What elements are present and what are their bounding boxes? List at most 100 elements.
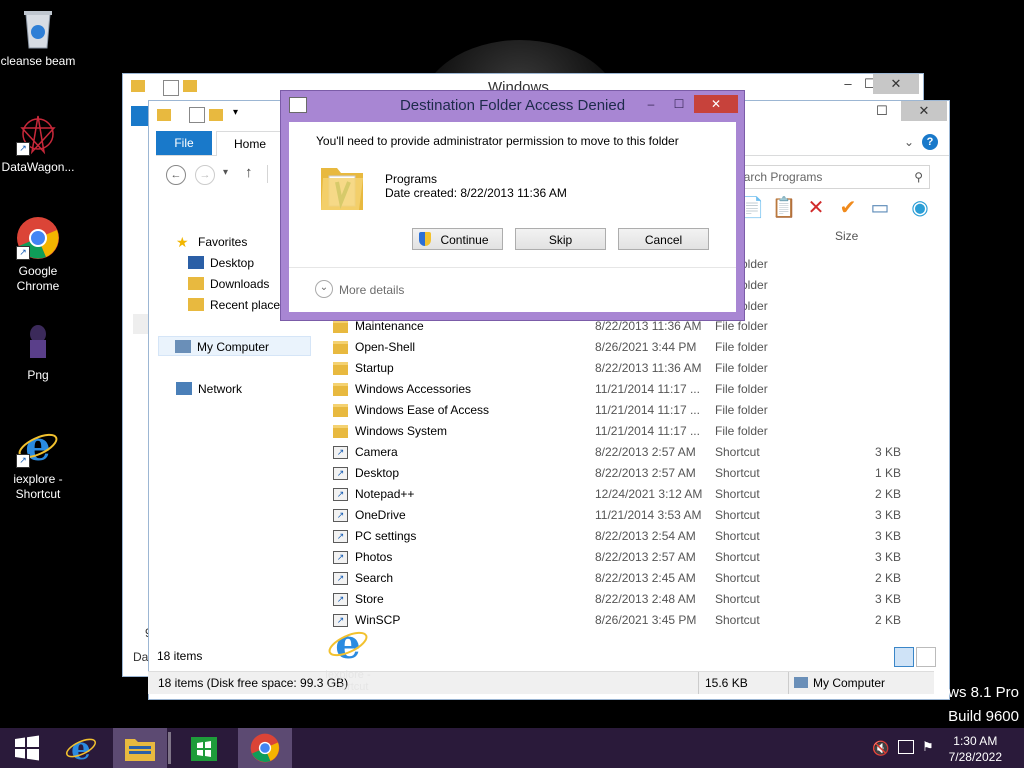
nav-downloads[interactable]: Downloads (188, 274, 269, 294)
taskbar-store[interactable] (177, 728, 231, 768)
close-button[interactable]: ✕ (901, 101, 947, 121)
tab-home[interactable]: Home (216, 131, 284, 156)
recent-locations-dropdown-icon[interactable]: ▾ (223, 167, 228, 178)
file-name: Photos (355, 550, 393, 564)
action-center-flag-icon[interactable]: ⚑ (922, 739, 934, 755)
taskbar-divider (168, 732, 171, 764)
file-row[interactable]: ↗ Store 8/22/2013 2:48 AM Shortcut 3 KB (331, 589, 941, 610)
desktop-icon-iexplore[interactable]: e ↗ iexplore - Shortcut (0, 423, 76, 502)
selection-size: 15.6 KB (705, 676, 748, 690)
file-row[interactable]: Open-Shell 8/26/2021 3:44 PM File folder (331, 337, 941, 358)
folder-icon (333, 341, 348, 354)
shortcut-arrow-icon: ↗ (16, 142, 30, 156)
file-row[interactable]: ↗ Search 8/22/2013 2:45 AM Shortcut 2 KB (331, 568, 941, 589)
nav-desktop[interactable]: Desktop (188, 253, 254, 273)
taskbar-file-explorer[interactable] (113, 728, 167, 768)
up-arrow-icon[interactable]: ↑ (245, 164, 253, 181)
file-date: 8/22/2013 2:54 AM (595, 529, 696, 543)
forward-arrow-icon[interactable]: → (195, 165, 215, 185)
taskbar-internet-explorer[interactable]: e (54, 728, 108, 768)
nav-label: Downloads (210, 277, 270, 291)
desktop-icon-chrome[interactable]: ↗ Google Chrome (0, 216, 76, 294)
globe-icon[interactable]: ◉ (907, 195, 933, 221)
clock-date: 7/28/2022 (948, 750, 1002, 764)
nav-label: Favorites (198, 235, 248, 249)
cancel-button[interactable]: Cancel (618, 228, 709, 250)
nav-recent-places[interactable]: Recent places (188, 295, 286, 315)
dragging-iexplore-shortcut[interactable]: e iexplore - Shortcut (318, 621, 378, 693)
file-type: Shortcut (715, 466, 760, 480)
dialog-body: You'll need to provide administrator per… (289, 122, 736, 312)
check-icon[interactable]: ✔ (835, 195, 861, 221)
quick-access-dropdown-icon[interactable]: ▾ (233, 107, 238, 118)
file-row[interactable]: ↗ Camera 8/22/2013 2:57 AM Shortcut 3 KB (331, 442, 941, 463)
os-watermark-line2: Build 9600 (948, 708, 1019, 725)
desktop-icon (188, 256, 204, 269)
properties-icon[interactable] (189, 107, 205, 123)
shortcut-icon: ↗ (333, 572, 348, 585)
computer-icon (794, 677, 808, 688)
dialog-message: You'll need to provide administrator per… (316, 134, 679, 148)
skip-button[interactable]: Skip (515, 228, 606, 250)
column-header-size[interactable]: Size (835, 229, 858, 243)
file-date: 11/21/2014 11:17 ... (595, 382, 700, 396)
shortcut-arrow-icon: ↗ (16, 246, 30, 260)
ribbon-expand-icon[interactable]: ⌄ (904, 135, 914, 149)
new-folder-icon[interactable] (183, 80, 197, 92)
desktop-icon-png[interactable]: Png (0, 320, 76, 383)
folder-date-created: Date created: 8/22/2013 11:36 AM (385, 186, 567, 200)
nav-network[interactable]: Network (176, 379, 242, 399)
tab-file[interactable]: File (156, 131, 212, 155)
volume-muted-icon[interactable]: 🔇 (872, 740, 889, 757)
chrome-icon: ↗ (16, 216, 60, 260)
file-row[interactable]: ↗ Notepad++ 12/24/2021 3:12 AM Shortcut 2 KB (331, 484, 941, 505)
file-row[interactable]: Windows System 11/21/2014 11:17 ... File f… (331, 421, 941, 442)
delete-icon[interactable]: ✕ (803, 195, 829, 221)
chevron-down-icon[interactable]: ⌄ (315, 280, 333, 298)
dialog-maximize-button[interactable]: ☐ (669, 95, 689, 113)
help-icon[interactable]: ? (922, 134, 938, 150)
search-icon[interactable]: ⚲ (914, 166, 923, 188)
paste-icon[interactable]: 📋 (771, 195, 797, 221)
details-view-icon[interactable] (894, 647, 914, 667)
network-status-icon[interactable] (898, 740, 914, 754)
nav-label: Recent places (210, 298, 287, 312)
file-row[interactable]: ↗ WinSCP 8/26/2021 3:45 PM Shortcut 2 KB (331, 610, 941, 631)
file-row[interactable]: Startup 8/22/2013 11:36 AM File folder (331, 358, 941, 379)
taskbar-chrome[interactable] (238, 728, 292, 768)
dialog-minimize-button[interactable]: – (641, 95, 661, 113)
rename-icon[interactable]: ▭ (867, 195, 893, 221)
access-denied-dialog[interactable]: Destination Folder Access Denied – ☐ ✕ Y… (280, 90, 745, 321)
nav-my-computer[interactable]: My Computer (158, 336, 311, 356)
close-button[interactable]: ✕ (873, 74, 919, 94)
properties-icon[interactable] (163, 80, 179, 96)
search-box[interactable]: earch Programs ⚲ (736, 165, 930, 189)
back-arrow-icon[interactable]: ← (166, 165, 186, 185)
internet-explorer-icon: e (65, 731, 97, 767)
folder-icon (333, 425, 348, 438)
shortcut-icon: ↗ (333, 488, 348, 501)
continue-button[interactable]: Continue (412, 228, 503, 250)
folder-icon (333, 320, 348, 333)
nav-favorites[interactable]: ★ Favorites (176, 232, 247, 252)
file-row[interactable]: Windows Ease of Access 11/21/2014 11:17 .… (331, 400, 941, 421)
file-row[interactable]: ↗ Photos 8/22/2013 2:57 AM Shortcut 3 KB (331, 547, 941, 568)
large-icons-view-icon[interactable] (916, 647, 936, 667)
file-row[interactable]: Windows Accessories 11/21/2014 11:17 ... F… (331, 379, 941, 400)
dialog-close-button[interactable]: ✕ (694, 95, 738, 113)
more-details-link[interactable]: More details (339, 283, 404, 297)
start-button[interactable] (0, 728, 54, 768)
file-row[interactable]: ↗ OneDrive 11/21/2014 3:53 AM Shortcut 3 KB (331, 505, 941, 526)
desktop-icon-datawagon[interactable]: ↗ DataWagon... (0, 112, 76, 175)
file-name: Camera (355, 445, 398, 459)
file-row[interactable]: ↗ PC settings 8/22/2013 2:54 AM Shortcut 3 K… (331, 526, 941, 547)
file-name: Windows System (355, 424, 448, 438)
maximize-button[interactable]: ☐ (859, 101, 905, 121)
file-row[interactable]: ↗ Desktop 8/22/2013 2:57 AM Shortcut 1 KB (331, 463, 941, 484)
clock[interactable]: 1:30 AM 7/28/2022 (949, 733, 1002, 765)
file-type: Shortcut (715, 487, 760, 501)
dragging-icon-label: iexplore - Shortcut (325, 669, 371, 693)
new-folder-icon[interactable] (209, 109, 223, 121)
items-count: 18 items (157, 649, 203, 663)
desktop-icon-recycle-bin[interactable]: cleanse beam (0, 6, 76, 69)
